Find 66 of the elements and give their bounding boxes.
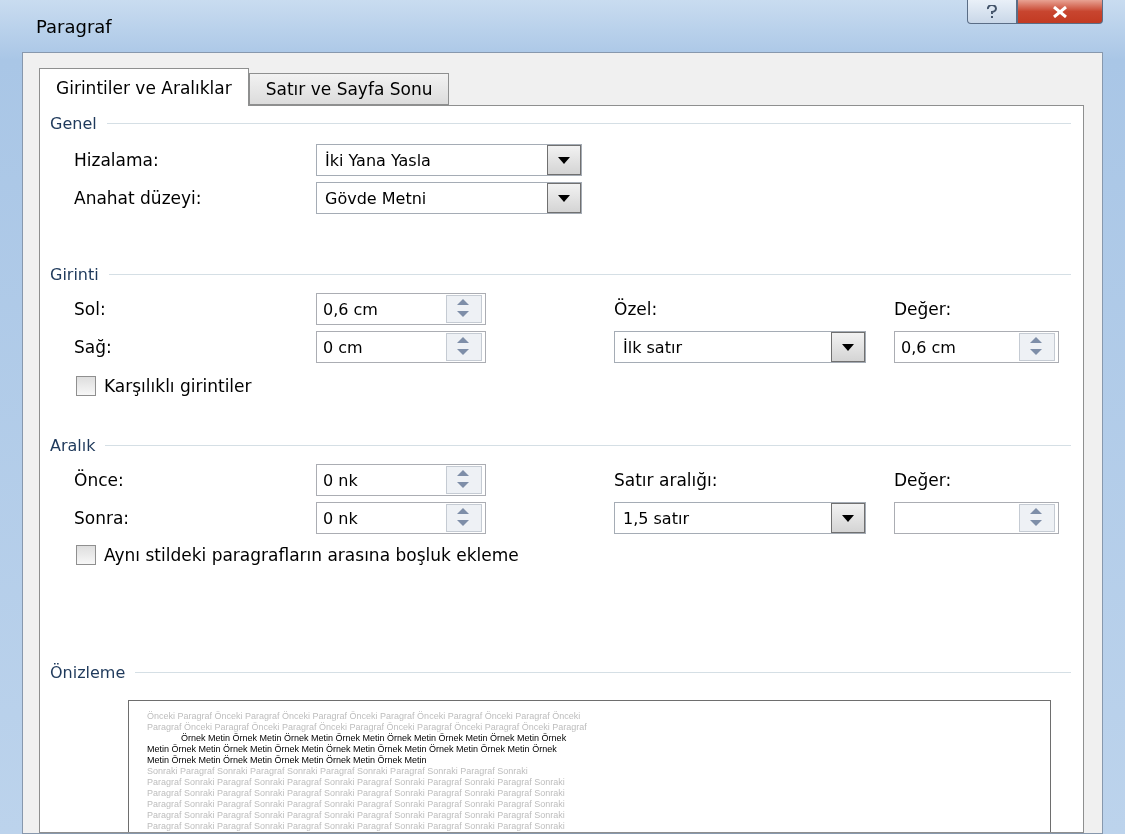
preview-line: Paragraf Sonraki Paragraf Sonraki Paragraf Sonraki Paragraf Sonraki Paragraf Sonraki Paragraf Sonraki: [147, 777, 566, 788]
preview-line: Paragraf Sonraki Paragraf Sonraki Paragraf Sonraki Paragraf Sonraki Paragraf Sonraki Paragraf Sonraki: [147, 799, 566, 810]
caret-icon: [558, 194, 570, 202]
spin-arrows-icon: [1029, 336, 1043, 356]
close-icon: [1052, 5, 1068, 18]
preview-line: Sonraki Paragraf Sonraki Paragraf Sonraki Paragraf Sonraki Paragraf Sonraki Paragraf Sonraki: [147, 766, 529, 777]
close-button[interactable]: [1017, 0, 1103, 24]
field-label: Sağ:: [73, 337, 113, 357]
field-label: Önce:: [73, 470, 125, 490]
spin-button[interactable]: [446, 466, 482, 494]
preview-line: Önceki Paragraf Önceki Paragraf Önceki Paragraf Önceki Paragraf Önceki Paragraf Önceki Paragraf Önceki: [147, 711, 582, 722]
dropdown-field[interactable]: İki Yana Yasla: [316, 144, 582, 176]
preview-line: Paragraf Sonraki Paragraf Sonraki Paragraf Sonraki Paragraf Sonraki Paragraf Sonraki Paragraf Sonraki: [147, 788, 566, 799]
preview-line: Örnek Metin Örnek Metin Örnek Metin Örnek Metin Örnek Metin Örnek Metin Örnek Metin Örnek: [180, 733, 568, 744]
preview-line: Paragraf Sonraki Paragraf Sonraki Paragraf Sonraki Paragraf Sonraki Paragraf Sonraki Paragraf Sonraki: [147, 810, 566, 821]
field-label: Satır aralığı:: [614, 470, 719, 490]
checkbox-label: Aynı stildeki paragrafların arasına boşluk ekleme: [104, 545, 519, 565]
spin-arrows-icon: [456, 507, 470, 527]
field-label: Özel:: [614, 299, 659, 319]
spin-arrows-icon: [456, 336, 470, 356]
preview-line: Paragraf Önceki Paragraf Önceki Paragraf Önceki Paragraf Önceki Paragraf Önceki Paragraf Önceki Paragraf: [147, 722, 588, 733]
dropdown-button[interactable]: [547, 145, 581, 175]
caret-icon: [558, 156, 570, 164]
help-button[interactable]: [967, 0, 1017, 24]
spin-button[interactable]: [446, 333, 482, 361]
field-label: Anahat düzeyi:: [73, 188, 203, 208]
dropdown-button[interactable]: [547, 183, 581, 213]
dropdown-field[interactable]: Gövde Metni: [316, 182, 582, 214]
field-label: Sol:: [73, 299, 107, 319]
checkbox[interactable]: [76, 545, 96, 565]
preview-line: Metin Örnek Metin Örnek Metin Örnek Metin Örnek Metin Örnek Metin Örnek Metin Örnek Metin Örnek: [147, 744, 558, 755]
dropdown-button[interactable]: [831, 503, 865, 533]
checkbox[interactable]: [76, 376, 96, 396]
tab[interactable]: Satır ve Sayfa Sonu: [248, 73, 450, 105]
field-label: Değer:: [894, 470, 953, 490]
spinner-field[interactable]: 0 cm: [316, 331, 486, 363]
dropdown-button[interactable]: [831, 332, 865, 362]
help-icon: [987, 4, 997, 19]
dropdown-field[interactable]: İlk satır: [614, 331, 866, 363]
spin-button[interactable]: [1019, 333, 1055, 361]
caret-icon: [842, 514, 854, 522]
tab[interactable]: Girintiler ve Aralıklar: [39, 68, 249, 106]
spinner-field[interactable]: [894, 502, 1059, 534]
field-label: Hizalama:: [73, 150, 160, 170]
section-title: Genel: [50, 114, 97, 133]
section-title: Girinti: [50, 265, 99, 284]
spinner-field[interactable]: 0,6 cm: [894, 331, 1059, 363]
spinner-field[interactable]: 0 nk: [316, 502, 486, 534]
caret-icon: [842, 343, 854, 351]
dropdown-field[interactable]: 1,5 satır: [614, 502, 866, 534]
field-label: Değer:: [894, 299, 953, 319]
preview-line: Metin Örnek Metin Örnek Metin Örnek Metin Örnek Metin Örnek Metin: [147, 755, 428, 766]
spin-arrows-icon: [456, 298, 470, 318]
field-label: Sonra:: [73, 508, 131, 528]
section-title: Aralık: [50, 436, 96, 455]
spin-arrows-icon: [1029, 507, 1043, 527]
window-title: Paragraf: [36, 15, 112, 37]
spinner-field[interactable]: 0 nk: [316, 464, 486, 496]
spin-button[interactable]: [446, 504, 482, 532]
spinner-field[interactable]: 0,6 cm: [316, 293, 486, 325]
checkbox-label: Karşılıklı girintiler: [104, 376, 252, 396]
spin-button[interactable]: [446, 295, 482, 323]
preview-line: Paragraf Sonraki Paragraf Sonraki Paragraf Sonraki Paragraf Sonraki Paragraf Sonraki Paragraf Sonraki: [147, 821, 566, 832]
section-title: Önizleme: [50, 663, 126, 682]
spin-arrows-icon: [456, 469, 470, 489]
spin-button[interactable]: [1019, 504, 1055, 532]
